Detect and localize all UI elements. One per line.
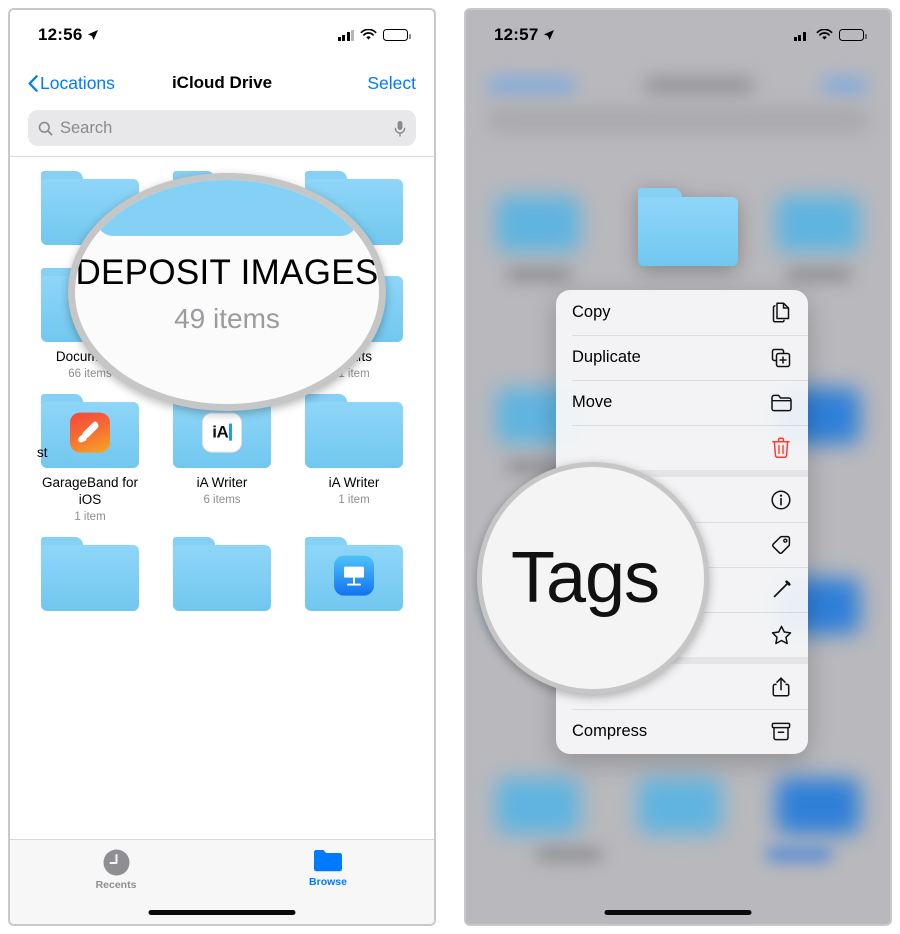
file-count: 6 items <box>203 493 241 506</box>
menu-item-label: Duplicate <box>572 348 641 366</box>
copy-icon <box>770 302 792 324</box>
blurred-nav-bar <box>466 72 890 98</box>
status-indicators <box>793 29 867 41</box>
keynote-app-icon <box>334 555 374 596</box>
clock-icon <box>103 849 129 876</box>
back-button-label: Locations <box>40 72 115 93</box>
screenshot-stage: 12:56 Locations iCloud Drive Select Sear… <box>0 0 900 934</box>
file-item-garageband[interactable]: GarageBand for iOS 1 item <box>24 393 156 537</box>
cellular-bars-icon <box>793 29 810 41</box>
file-count: 1 item <box>338 493 370 506</box>
navigation-bar: Locations iCloud Drive Select <box>10 60 434 106</box>
battery-icon <box>383 29 411 41</box>
folder-icon <box>305 393 403 468</box>
folder-icon <box>770 392 792 414</box>
magnifier-callout-folder: DEPOSIT IMAGES 49 items <box>68 173 386 411</box>
magnifier-callout-tags: Tags <box>477 462 709 694</box>
cellular-bars-icon <box>337 29 354 41</box>
menu-item-label: Move <box>572 393 613 411</box>
folder-icon <box>41 536 139 611</box>
menu-item-copy[interactable]: Copy <box>556 290 808 335</box>
search-placeholder: Search <box>60 118 113 137</box>
garageband-app-icon <box>70 412 110 453</box>
status-time: 12:57 <box>494 25 539 44</box>
back-button-locations[interactable]: Locations <box>28 73 115 94</box>
file-count: 66 items <box>68 367 112 380</box>
tab-browse[interactable]: Browse <box>222 849 434 888</box>
star-icon <box>770 624 792 646</box>
archive-icon <box>770 721 792 743</box>
battery-icon <box>839 29 867 41</box>
select-button[interactable]: Select <box>367 73 416 94</box>
file-name: iA Writer <box>328 474 380 490</box>
location-arrow-icon <box>544 30 555 40</box>
magnified-folder-count: 49 items <box>174 302 280 334</box>
status-time: 12:56 <box>38 25 83 44</box>
menu-item-label: Compress <box>572 722 648 740</box>
status-bar: 12:57 <box>466 10 890 60</box>
folder-icon <box>173 536 271 611</box>
file-count: 1 item <box>74 510 106 523</box>
menu-item-label: Copy <box>572 303 611 321</box>
tab-recents[interactable]: Recents <box>10 849 222 891</box>
ia-writer-app-icon: iA <box>202 412 242 453</box>
search-icon <box>38 121 53 135</box>
home-indicator[interactable] <box>604 909 752 915</box>
folder-icon <box>41 393 139 468</box>
file-item[interactable] <box>24 536 156 632</box>
home-indicator[interactable] <box>148 909 296 915</box>
tag-icon <box>770 534 792 556</box>
tab-label: Browse <box>309 876 347 888</box>
microphone-icon[interactable] <box>394 120 406 137</box>
file-item-ia-writer-6[interactable]: iA iA Writer 6 items <box>156 393 288 537</box>
wifi-icon <box>816 29 833 40</box>
tab-bar: Recents Browse <box>10 839 434 924</box>
file-item-keynote[interactable] <box>288 536 420 632</box>
blurred-search-bar <box>488 108 868 132</box>
selected-folder-icon[interactable] <box>638 188 738 266</box>
status-time-group: 12:56 <box>38 25 99 45</box>
duplicate-icon <box>770 347 792 369</box>
share-icon <box>770 676 792 698</box>
tab-label: Recents <box>95 879 137 891</box>
folder-icon <box>314 850 342 872</box>
status-indicators <box>337 29 411 41</box>
magnified-folder-name: DEPOSIT IMAGES <box>75 253 379 292</box>
wifi-icon <box>360 29 377 40</box>
info-icon <box>770 489 792 511</box>
pencil-icon <box>770 579 792 601</box>
right-phone-screen: 12:57 Copy Duplicate Move Compress Tags <box>464 8 892 926</box>
status-time-group: 12:57 <box>494 25 555 45</box>
search-container: Search <box>10 106 434 156</box>
chevron-left-icon <box>28 74 38 92</box>
file-name: iA Writer <box>196 474 248 490</box>
file-item-ia-writer-1[interactable]: iA Writer 1 item <box>288 393 420 537</box>
trash-icon <box>770 437 792 459</box>
folder-icon <box>305 536 403 611</box>
magnified-menu-label: Tags <box>510 538 660 618</box>
status-bar: 12:56 <box>10 10 434 60</box>
left-phone-screen: 12:56 Locations iCloud Drive Select Sear… <box>8 8 436 926</box>
menu-item-compress[interactable]: Compress <box>556 709 808 754</box>
menu-item-move[interactable]: Move <box>556 380 808 425</box>
search-input[interactable]: Search <box>28 110 416 146</box>
file-name: GarageBand for iOS <box>41 474 139 507</box>
file-item[interactable] <box>156 536 288 632</box>
location-arrow-icon <box>88 30 99 40</box>
partial-file-name: st <box>37 445 48 460</box>
menu-item-duplicate[interactable]: Duplicate <box>556 335 808 380</box>
